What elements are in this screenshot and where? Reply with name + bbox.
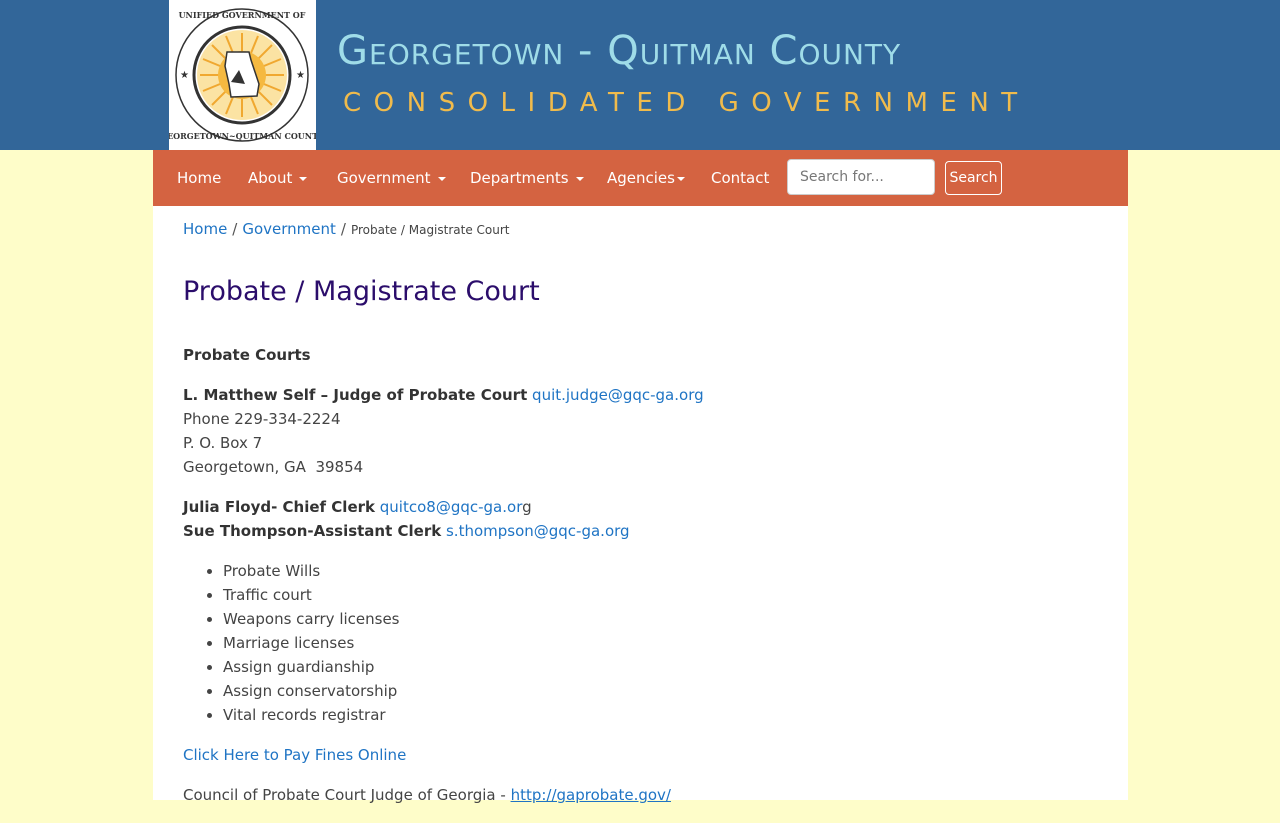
svg-text:★: ★ (296, 70, 305, 81)
main-content: Home / Government / Probate / Magistrate Cou… (153, 206, 1128, 804)
caret-down-icon (676, 176, 685, 181)
svg-text:★: ★ (180, 70, 189, 81)
nav-departments[interactable]: Departments (470, 150, 584, 206)
search-button[interactable]: Search (945, 161, 1002, 195)
assistant-clerk-email-link[interactable]: s.thompson@gqc-ga.org (446, 522, 630, 540)
site-subtitle: CONSOLIDATED GOVERNMENT (343, 88, 1030, 118)
section-heading: Probate Courts (183, 346, 311, 364)
nav-government-label: Government (337, 169, 431, 187)
nav-home-label: Home (177, 169, 222, 187)
council-text: Council of Probate Court Judge of Georgi… (183, 786, 511, 804)
breadcrumb: Home / Government / Probate / Magistrate Cou… (183, 220, 510, 238)
pay-fines-link[interactable]: Click Here to Pay Fines Online (183, 746, 406, 764)
breadcrumb-separator: / (340, 220, 346, 238)
list-item: Probate Wills (223, 559, 1083, 583)
breadcrumb-home[interactable]: Home (183, 220, 227, 238)
list-item: Vital records registrar (223, 703, 1083, 727)
caret-down-icon (575, 176, 584, 181)
caret-down-icon (437, 176, 446, 181)
list-item: Assign conservatorship (223, 679, 1083, 703)
site-title: Georgetown - Quitman County (337, 28, 902, 74)
list-item: Marriage licenses (223, 631, 1083, 655)
assistant-clerk-name: Sue Thompson-Assistant Clerk (183, 522, 442, 540)
caret-down-icon (299, 176, 308, 181)
list-item: Weapons carry licenses (223, 607, 1083, 631)
chief-clerk-name: Julia Floyd- Chief Clerk (183, 498, 375, 516)
page-title: Probate / Magistrate Court (183, 276, 540, 307)
svg-text:GEORGETOWN~QUITMAN COUNTY: GEORGETOWN~QUITMAN COUNTY (169, 131, 316, 141)
list-item: Assign guardianship (223, 655, 1083, 679)
page-body: Probate Courts L. Matthew Self – Judge o… (183, 343, 1083, 823)
nav-home[interactable]: Home (177, 150, 221, 206)
judge-email-link[interactable]: quit.judge@gqc-ga.org (532, 386, 704, 404)
main-navbar: Home About Government Departments Agenci… (153, 150, 1128, 206)
breadcrumb-separator: / (232, 220, 238, 238)
chief-clerk-email-link[interactable]: quitco8@gqc-ga.or (380, 498, 522, 516)
services-list: Probate Wills Traffic court Weapons carr… (183, 559, 1083, 727)
nav-agencies[interactable]: Agencies (607, 150, 685, 206)
council-line: Council of Probate Court Judge of Georgi… (183, 783, 1083, 807)
nav-contact-label: Contact (711, 169, 770, 187)
nav-government[interactable]: Government (337, 150, 446, 206)
nav-contact[interactable]: Contact (711, 150, 769, 206)
judge-address-line1: P. O. Box 7 (183, 434, 263, 452)
judge-address-line2: Georgetown, GA 39854 (183, 458, 364, 476)
breadcrumb-government[interactable]: Government (242, 220, 336, 238)
nav-about-label: About (248, 169, 293, 187)
chief-clerk-email-tail: g (522, 498, 532, 516)
breadcrumb-current: Probate / Magistrate Court (350, 223, 510, 237)
nav-about[interactable]: About (248, 150, 308, 206)
seal-icon: UNIFIED GOVERNMENT OF GEORGETOWN~QUITMAN… (169, 8, 316, 142)
list-item: Traffic court (223, 583, 1083, 607)
judge-phone: Phone 229-334-2224 (183, 410, 341, 428)
svg-text:UNIFIED GOVERNMENT OF: UNIFIED GOVERNMENT OF (179, 10, 306, 20)
judge-contact: L. Matthew Self – Judge of Probate Court… (183, 383, 1083, 479)
county-seal-logo[interactable]: UNIFIED GOVERNMENT OF GEORGETOWN~QUITMAN… (169, 0, 316, 150)
clerks-contact: Julia Floyd- Chief Clerk quitco8@gqc-ga.… (183, 495, 1083, 543)
nav-agencies-label: Agencies (607, 169, 675, 187)
site-header: UNIFIED GOVERNMENT OF GEORGETOWN~QUITMAN… (0, 0, 1280, 150)
search-input[interactable] (787, 159, 935, 195)
nav-departments-label: Departments (470, 169, 569, 187)
judge-name: L. Matthew Self – Judge of Probate Court (183, 386, 528, 404)
council-link[interactable]: http://gaprobate.gov/ (511, 786, 671, 804)
